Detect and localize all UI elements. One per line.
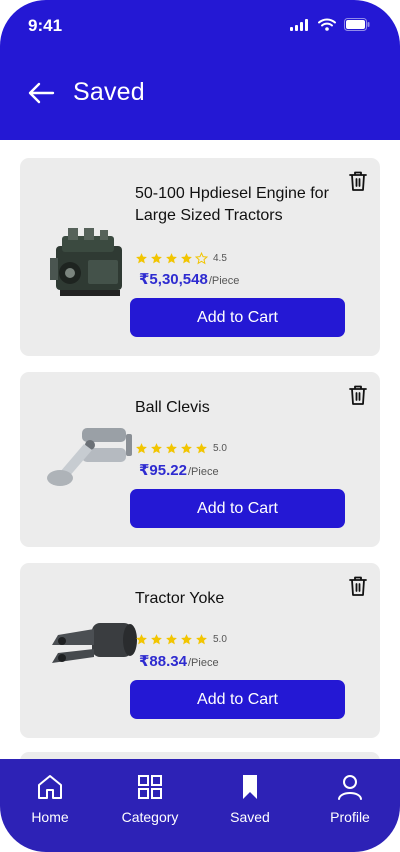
star-icon bbox=[151, 634, 162, 645]
price-amount: ₹5,30,548 bbox=[139, 271, 208, 288]
home-icon bbox=[38, 775, 62, 799]
nav-home[interactable]: Home bbox=[0, 759, 100, 852]
app-screen: 9:41 Saved 50-100 Hpdiesel Engine for La… bbox=[0, 0, 400, 852]
diesel-engine-image bbox=[50, 228, 122, 296]
star-icon bbox=[166, 253, 177, 264]
star-icon bbox=[151, 253, 162, 264]
battery-icon bbox=[344, 18, 370, 31]
rating-value: 5.0 bbox=[213, 443, 227, 454]
star-icon bbox=[166, 634, 177, 645]
star-icon bbox=[181, 253, 192, 264]
star-icon bbox=[136, 253, 147, 264]
price-amount: ₹88.34 bbox=[139, 653, 187, 670]
price-unit: /Piece bbox=[187, 657, 219, 669]
product-card[interactable]: 50-100 Hpdiesel Engine for Large Sized T… bbox=[20, 158, 380, 356]
star-icon bbox=[166, 443, 177, 454]
trash-icon[interactable] bbox=[348, 575, 368, 597]
star-icon bbox=[151, 443, 162, 454]
star-icon bbox=[181, 634, 192, 645]
nav-saved[interactable]: Saved bbox=[200, 759, 300, 852]
wifi-icon bbox=[318, 18, 336, 31]
price-unit: /Piece bbox=[208, 275, 240, 287]
price: ₹95.22 /Piece bbox=[139, 461, 219, 479]
rating-stars: 4.5 bbox=[135, 252, 227, 265]
rating-stars: 5.0 bbox=[135, 442, 227, 455]
signal-icon bbox=[290, 18, 308, 31]
rating-stars: 5.0 bbox=[135, 633, 227, 646]
nav-home-label: Home bbox=[31, 809, 69, 825]
trash-icon[interactable] bbox=[348, 170, 368, 192]
price: ₹5,30,548 /Piece bbox=[139, 270, 239, 288]
price-unit: /Piece bbox=[187, 466, 219, 478]
add-to-cart-button[interactable]: Add to Cart bbox=[130, 489, 345, 528]
status-time: 9:41 bbox=[28, 16, 63, 35]
price-amount: ₹95.22 bbox=[139, 462, 187, 479]
product-name[interactable]: Tractor Yoke bbox=[135, 588, 335, 610]
ball-clevis-image bbox=[47, 428, 132, 486]
star-icon bbox=[136, 634, 147, 645]
arrow-left-icon bbox=[28, 82, 55, 104]
tractor-yoke-image bbox=[52, 623, 137, 663]
nav-profile-label: Profile bbox=[330, 809, 370, 825]
price: ₹88.34 /Piece bbox=[139, 652, 219, 670]
nav-saved-label: Saved bbox=[230, 809, 270, 825]
grid-icon bbox=[138, 775, 162, 799]
user-icon bbox=[338, 775, 362, 800]
rating-value: 4.5 bbox=[213, 253, 227, 264]
trash-icon[interactable] bbox=[348, 384, 368, 406]
product-name[interactable]: Ball Clevis bbox=[135, 397, 335, 419]
page-title: Saved bbox=[73, 78, 145, 106]
bookmark-icon bbox=[243, 775, 257, 799]
star-icon bbox=[196, 634, 207, 645]
back-button[interactable] bbox=[26, 78, 56, 108]
product-card[interactable]: Ball Clevis 5.0 ₹95.22 /Piece Add to Car… bbox=[20, 372, 380, 547]
nav-profile[interactable]: Profile bbox=[300, 759, 400, 852]
star-icon bbox=[136, 443, 147, 454]
app-header: 9:41 Saved bbox=[0, 0, 400, 140]
product-card[interactable]: Tractor Yoke 5.0 ₹88.34 /Piece Add to Ca… bbox=[20, 563, 380, 738]
rating-value: 5.0 bbox=[213, 634, 227, 645]
star-outline-icon bbox=[195, 252, 208, 265]
add-to-cart-button[interactable]: Add to Cart bbox=[130, 298, 345, 337]
add-to-cart-button[interactable]: Add to Cart bbox=[130, 680, 345, 719]
nav-category[interactable]: Category bbox=[100, 759, 200, 852]
status-icons bbox=[290, 18, 370, 31]
star-icon bbox=[196, 443, 207, 454]
star-icon bbox=[181, 443, 192, 454]
product-name[interactable]: 50-100 Hpdiesel Engine for Large Sized T… bbox=[135, 183, 335, 227]
bottom-nav: Home Category Saved Profile bbox=[0, 759, 400, 852]
nav-category-label: Category bbox=[121, 809, 179, 825]
